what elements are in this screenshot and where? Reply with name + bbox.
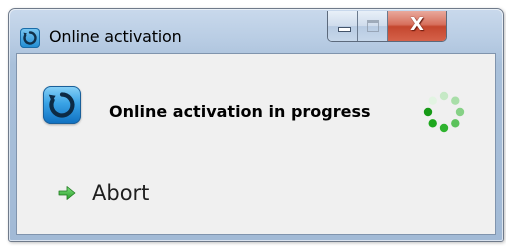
window-title: Online activation xyxy=(49,27,182,46)
activation-status-text: Online activation in progress xyxy=(109,102,371,121)
green-arrow-right-icon xyxy=(57,183,77,203)
close-button[interactable]: X xyxy=(388,11,446,41)
abort-label: Abort xyxy=(92,181,150,205)
caption-buttons: X xyxy=(327,11,447,42)
activation-icon xyxy=(43,86,81,124)
loading-spinner-icon xyxy=(422,90,466,134)
close-icon: X xyxy=(410,14,424,35)
app-activation-icon xyxy=(20,28,40,48)
dialog-content: Online activation in progress Abort xyxy=(16,53,496,235)
maximize-icon xyxy=(367,20,379,32)
minimize-icon xyxy=(338,27,351,32)
activation-window: Online activation X Online activation in… xyxy=(8,8,504,242)
abort-button[interactable]: Abort xyxy=(57,178,149,208)
title-bar[interactable]: Online activation X xyxy=(9,9,503,53)
minimize-button[interactable] xyxy=(328,11,358,41)
maximize-button[interactable] xyxy=(358,11,388,41)
